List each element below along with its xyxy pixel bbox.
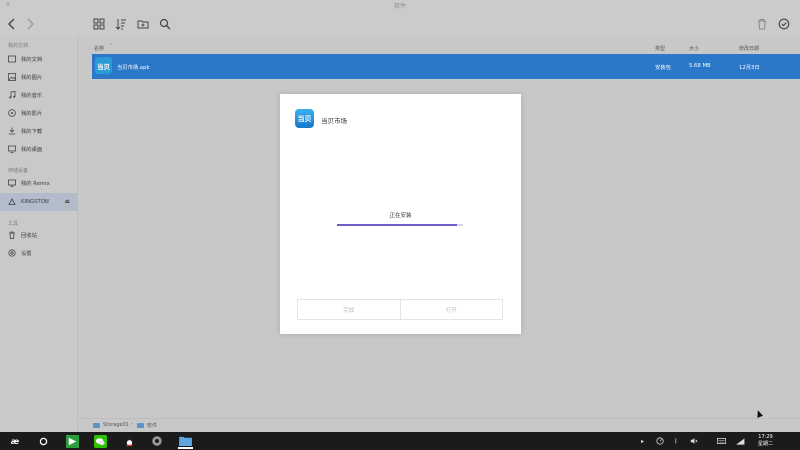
sort-icon [115,19,126,30]
sort-button[interactable] [114,17,128,31]
sidebar-section-header: 存储设备 [8,168,29,174]
eject-icon[interactable]: ⏏ [64,198,70,205]
file-modified: 12月3日 [739,65,760,71]
sidebar-item-videos[interactable]: 我的影片 [0,104,78,122]
install-dialog: 当贝 当贝市场 正在安装 完成 打开 [280,94,521,334]
usb-drive-icon [7,198,16,207]
chevron-left-icon [8,18,15,30]
keyboard-icon[interactable] [717,436,726,446]
qq-icon[interactable] [122,434,136,448]
select-button[interactable] [777,17,791,31]
wifi-icon[interactable] [736,436,745,446]
desktop-icon [7,145,16,154]
sidebar-item-kingston[interactable]: KINGSTON ⏏ [0,193,78,211]
sidebar-item-settings[interactable]: 设置 [0,244,78,262]
column-header-name[interactable]: 名称 [94,45,104,52]
done-button[interactable]: 完成 [298,300,400,319]
sidebar-item-trash[interactable]: 回收站 [0,226,78,244]
volume-icon[interactable] [690,436,698,446]
column-header-size[interactable]: 大小 [689,45,699,52]
clock-time: 17:29 [758,434,773,440]
sidebar-item-label: 回收站 [21,233,37,239]
sidebar-item-label: 我的 Remix [21,181,50,187]
breadcrumb-item[interactable]: 软件 [137,422,157,429]
column-header-type[interactable]: 类型 [655,45,665,52]
file-name: 当贝市场.apk [117,65,150,71]
sidebar-item-label: 我的图片 [21,75,43,81]
sidebar-item-downloads[interactable]: 我的下载 [0,122,78,140]
folder-icon [93,422,100,428]
grid-icon [93,18,105,30]
wechat-icon[interactable] [93,434,107,448]
speed-gauge-icon[interactable] [656,436,664,446]
app-icon: 当贝 [295,109,314,128]
new-folder-button[interactable] [136,17,150,31]
sidebar-item-label: 设置 [21,251,32,257]
clock-day: 星期二 [757,441,773,447]
sidebar-item-documents[interactable]: 我的文档 [0,50,78,68]
sidebar-item-desktop[interactable]: 我的桌面 [0,140,78,158]
check-circle-icon [778,18,790,30]
sidebar-item-label: KINGSTON [21,199,49,205]
back-button[interactable] [5,17,19,31]
sidebar-item-label: 我的影片 [21,111,43,117]
bluetooth-icon[interactable]: ᛒ [674,436,678,446]
breadcrumb: Storage01 › 软件 [79,418,800,432]
install-progress-bar [337,224,463,226]
tray-arrow-icon[interactable]: ▸ [641,436,644,446]
search-icon [159,18,171,30]
sidebar-item-label: 我的文档 [21,57,43,63]
install-status: 正在安装 [389,213,412,219]
home-button[interactable] [36,434,50,448]
column-header-row: 名称 ˆ 类型 大小 修改日期 [79,42,800,54]
taskbar: æ ▸ ᛒ 17:29 星期二 [0,432,800,450]
trash-icon [758,19,766,30]
sort-arrow-icon: ˆ [110,44,113,50]
file-size: 5.68 MB [689,63,711,69]
sidebar-item-pictures[interactable]: 我的图片 [0,68,78,86]
forward-button[interactable] [23,17,37,31]
chevron-right-icon [27,18,34,30]
settings-gear-icon[interactable] [150,434,164,448]
sidebar-item-music[interactable]: 我的音乐 [0,86,78,104]
apk-app-icon: 当贝 [95,57,112,74]
toolbar [0,12,800,36]
download-icon [7,127,16,136]
file-row[interactable]: 当贝 当贝市场.apk 安装包 5.68 MB 12月3日 [92,54,800,79]
file-type: 安装包 [655,65,671,71]
folder-icon [137,423,144,428]
sidebar-section-header: 我的文档 [8,43,29,49]
open-button[interactable]: 打开 [399,300,503,319]
grid-view-button[interactable] [92,17,106,31]
sidebar-item-label: 我的桌面 [21,147,43,153]
sidebar: 我的文档 我的文档 我的图片 我的音乐 我的影片 我的下载 我的桌面 存储设备 … [0,36,78,432]
document-icon [7,55,16,64]
install-progress-fill [337,224,457,226]
window-title: 软件 [393,3,406,10]
app-name: 当贝市场 [321,117,347,125]
settings-icon [7,249,16,258]
new-folder-icon [137,20,149,29]
window-titlebar: ✕ 软件 [0,0,800,12]
column-header-modified[interactable]: 修改日期 [739,45,759,52]
sidebar-item-label: 我的下载 [21,129,43,135]
computer-icon [7,179,16,188]
delete-button[interactable] [755,17,769,31]
trash-icon [7,231,16,240]
sidebar-item-remix[interactable]: 我的 Remix [0,174,78,192]
dialog-buttons: 完成 打开 [297,299,503,320]
image-icon [7,73,16,82]
breadcrumb-item[interactable]: Storage01 [93,422,129,428]
clock[interactable]: 17:29 星期二 [758,434,773,448]
sidebar-item-label: 我的音乐 [21,93,43,99]
taskbar-app-icon[interactable] [65,434,79,448]
file-manager-icon[interactable] [178,433,193,449]
start-menu-logo-icon[interactable]: æ [8,434,22,448]
circle-icon [39,437,47,445]
search-button[interactable] [158,17,172,31]
breadcrumb-separator-icon: › [131,421,133,427]
music-icon [7,91,16,100]
video-icon [7,109,16,118]
